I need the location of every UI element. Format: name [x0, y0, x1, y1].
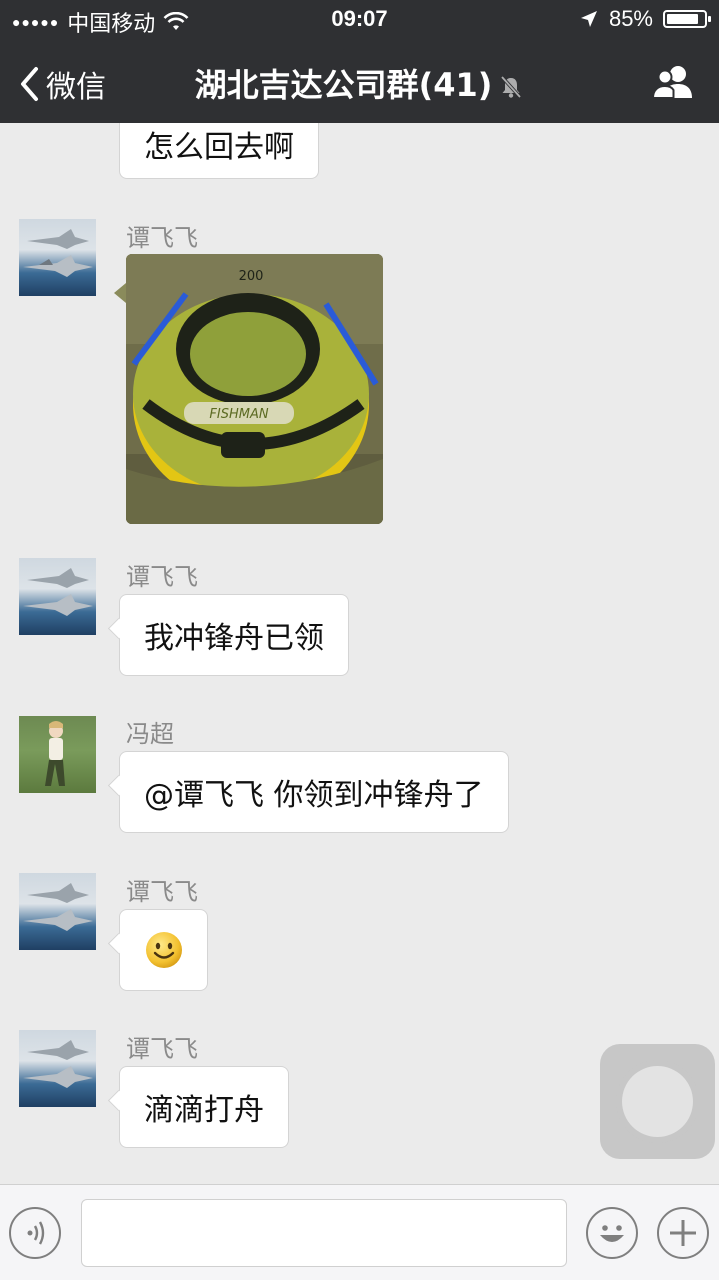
sender-name: 谭飞飞: [126, 224, 198, 252]
battery-percent: 85%: [608, 6, 653, 31]
fighter-jet-image: [23, 1040, 93, 1088]
person-outdoor-avatar[interactable]: [19, 716, 96, 793]
message-bubble[interactable]: @谭飞飞 你领到冲锋舟了: [119, 751, 509, 833]
message-text: 怎么回去啊: [144, 130, 294, 165]
sender-name: 谭飞飞: [126, 1035, 198, 1063]
battery-fill: [667, 14, 698, 24]
boat-brand-text: FISHMAN: [209, 407, 268, 422]
emoji-button[interactable]: [586, 1207, 638, 1259]
fighter-jet-avatar[interactable]: [19, 558, 96, 635]
message-input[interactable]: [81, 1199, 567, 1267]
fighter-jet-image: [23, 568, 93, 616]
chat-area[interactable]: 怎么回去啊 谭飞飞 FISHMAN 200 谭飞飞 我冲锋舟已领 冯超 @谭飞飞…: [0, 123, 719, 1184]
nav-bar: 微信 湖北吉达公司群(41): [0, 40, 719, 123]
message-bubble[interactable]: 滴滴打舟: [119, 1066, 289, 1148]
chat-title: 湖北吉达公司群(41): [0, 60, 719, 106]
location-arrow-icon: [580, 11, 597, 27]
fighter-jet-avatar[interactable]: [19, 873, 96, 950]
status-right: 85%: [579, 6, 711, 32]
message-bubble-emoji[interactable]: [119, 909, 208, 991]
input-bar: [0, 1184, 719, 1280]
battery-icon: [663, 10, 711, 28]
fighter-jet-avatar[interactable]: [19, 1030, 96, 1107]
assistive-touch-icon: [622, 1066, 693, 1137]
sender-name: 冯超: [126, 720, 174, 748]
boat-photo[interactable]: FISHMAN 200: [126, 254, 383, 524]
chat-title-text: 湖北吉达公司群(41): [194, 66, 493, 104]
more-button[interactable]: [657, 1207, 709, 1259]
voice-button[interactable]: [9, 1207, 61, 1259]
group-members-icon[interactable]: [651, 64, 697, 100]
boat-model-text: 200: [239, 269, 264, 284]
voice-icon: [27, 1221, 45, 1245]
image-bubble-tail: [114, 283, 126, 303]
inflatable-boat-image: FISHMAN 200: [126, 254, 383, 524]
person-photo: [45, 721, 65, 786]
assistive-touch-button[interactable]: [600, 1044, 715, 1159]
message-text: @谭飞飞 你领到冲锋舟了: [144, 778, 484, 813]
mute-bell-icon: [501, 75, 522, 99]
emoji-icon: [600, 1225, 624, 1242]
status-bar: ●●●●● 中国移动 09:07 85%: [0, 0, 719, 40]
fighter-jet-image: [23, 883, 93, 931]
message-text: 滴滴打舟: [144, 1093, 264, 1128]
sender-name: 谭飞飞: [126, 878, 198, 906]
fighter-jet-image: [23, 229, 93, 277]
message-bubble[interactable]: 我冲锋舟已领: [119, 594, 349, 676]
plus-icon: [670, 1220, 696, 1246]
message-text: 我冲锋舟已领: [144, 621, 324, 656]
smile-emoji: [145, 932, 182, 968]
fighter-jet-avatar[interactable]: [19, 219, 96, 296]
sender-name: 谭飞飞: [126, 563, 198, 591]
message-bubble-partial[interactable]: 怎么回去啊: [119, 123, 319, 179]
